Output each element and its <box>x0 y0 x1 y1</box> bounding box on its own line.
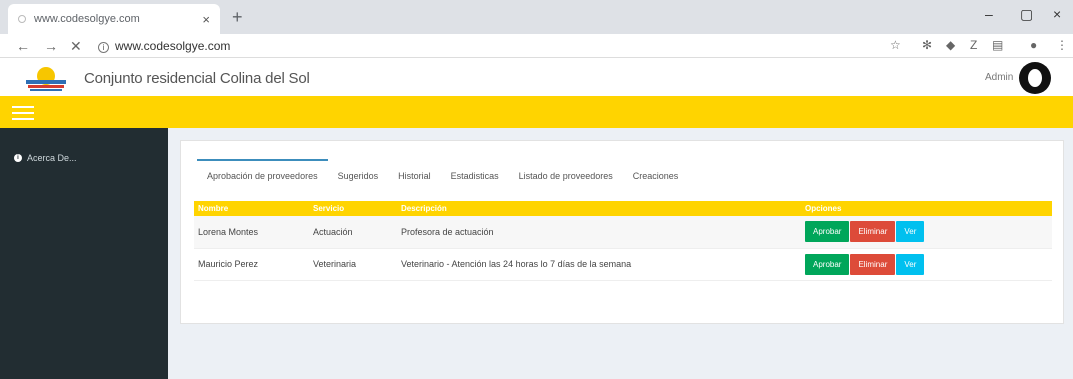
bookmark-star-icon[interactable]: ☆ <box>890 38 901 52</box>
sidebar: i Acerca De... <box>0 128 168 379</box>
user-avatar-icon[interactable] <box>1018 61 1052 95</box>
cell-actions: Aprobar Eliminar Ver <box>801 216 1052 249</box>
extension-z-icon[interactable]: Z <box>970 38 977 52</box>
address-bar: ← → ✕ i www.codesolgye.com ☆ ✻ ◆ Z ▤ ● ⋮ <box>0 34 1073 58</box>
column-header: Servicio <box>309 201 397 216</box>
main-content: Aprobación de proveedores Sugeridos Hist… <box>168 128 1073 379</box>
sidebar-item-label: Acerca De... <box>27 153 77 163</box>
top-nav-bar <box>0 96 1073 128</box>
info-icon[interactable]: i <box>98 42 109 53</box>
stop-icon[interactable]: ✕ <box>70 38 82 55</box>
sunrise-logo-icon <box>26 67 66 91</box>
forward-icon[interactable]: → <box>44 38 58 54</box>
approve-button[interactable]: Aprobar <box>805 221 850 243</box>
providers-card: Aprobación de proveedores Sugeridos Hist… <box>180 140 1064 324</box>
url-field[interactable]: i www.codesolgye.com <box>98 39 230 53</box>
column-header: Nombre <box>194 201 309 216</box>
back-icon[interactable]: ← <box>16 38 30 54</box>
url-text: www.codesolgye.com <box>115 39 231 53</box>
tab-creaciones[interactable]: Creaciones <box>623 171 689 189</box>
info-icon: i <box>14 154 22 162</box>
tab-historial[interactable]: Historial <box>388 171 441 189</box>
browser-tab-bar: www.codesolgye.com × + – ▢ × <box>0 0 1073 34</box>
view-button[interactable]: Ver <box>896 253 925 275</box>
close-tab-icon[interactable]: × <box>202 12 210 27</box>
column-header: Opciones <box>801 201 1052 216</box>
tab-aprobacion[interactable]: Aprobación de proveedores <box>197 159 328 189</box>
new-tab-button[interactable]: + <box>232 7 243 28</box>
tab-sugeridos[interactable]: Sugeridos <box>328 171 389 189</box>
approve-button[interactable]: Aprobar <box>805 253 850 275</box>
extension-icon[interactable]: ✻ <box>922 38 932 52</box>
delete-button[interactable]: Eliminar <box>850 221 896 243</box>
tab-estadisticas[interactable]: Estadisticas <box>441 171 509 189</box>
hamburger-menu-icon[interactable] <box>12 106 34 124</box>
column-header: Descripción <box>397 201 801 216</box>
app-header: Conjunto residencial Colina del Sol Admi… <box>0 58 1073 96</box>
tab-listado[interactable]: Listado de proveedores <box>509 171 623 189</box>
browser-tab[interactable]: www.codesolgye.com × <box>8 4 220 34</box>
close-window-button[interactable]: × <box>1053 6 1061 22</box>
site-title: Conjunto residencial Colina del Sol <box>84 70 310 87</box>
menu-dots-icon[interactable]: ⋮ <box>1056 38 1068 52</box>
delete-button[interactable]: Eliminar <box>850 253 896 275</box>
extension-icon[interactable]: ◆ <box>946 38 955 52</box>
sidebar-item-about[interactable]: i Acerca De... <box>14 153 77 163</box>
cell-actions: Aprobar Eliminar Ver <box>801 248 1052 281</box>
providers-table: Nombre Servicio Descripción Opciones Lor… <box>194 201 1052 281</box>
cell-service: Veterinaria <box>309 248 397 281</box>
table-header-row: Nombre Servicio Descripción Opciones <box>194 201 1052 216</box>
table-row: Mauricio Perez Veterinaria Veterinario -… <box>194 248 1052 281</box>
table-row: Lorena Montes Actuación Profesora de act… <box>194 216 1052 249</box>
view-button[interactable]: Ver <box>896 221 925 243</box>
minimize-button[interactable]: – <box>985 6 993 22</box>
user-name[interactable]: Admin <box>985 72 1013 83</box>
cell-name: Mauricio Perez <box>194 248 309 281</box>
maximize-button[interactable]: ▢ <box>1020 6 1033 23</box>
cell-service: Actuación <box>309 216 397 249</box>
tab-list: Aprobación de proveedores Sugeridos Hist… <box>197 159 689 189</box>
cell-description: Veterinario - Atención las 24 horas lo 7… <box>397 248 801 281</box>
cell-name: Lorena Montes <box>194 216 309 249</box>
favicon-icon <box>18 15 26 23</box>
extension-icon[interactable]: ▤ <box>992 38 1003 52</box>
profile-icon[interactable]: ● <box>1030 38 1037 52</box>
cell-description: Profesora de actuación <box>397 216 801 249</box>
browser-tab-title: www.codesolgye.com <box>34 13 140 25</box>
